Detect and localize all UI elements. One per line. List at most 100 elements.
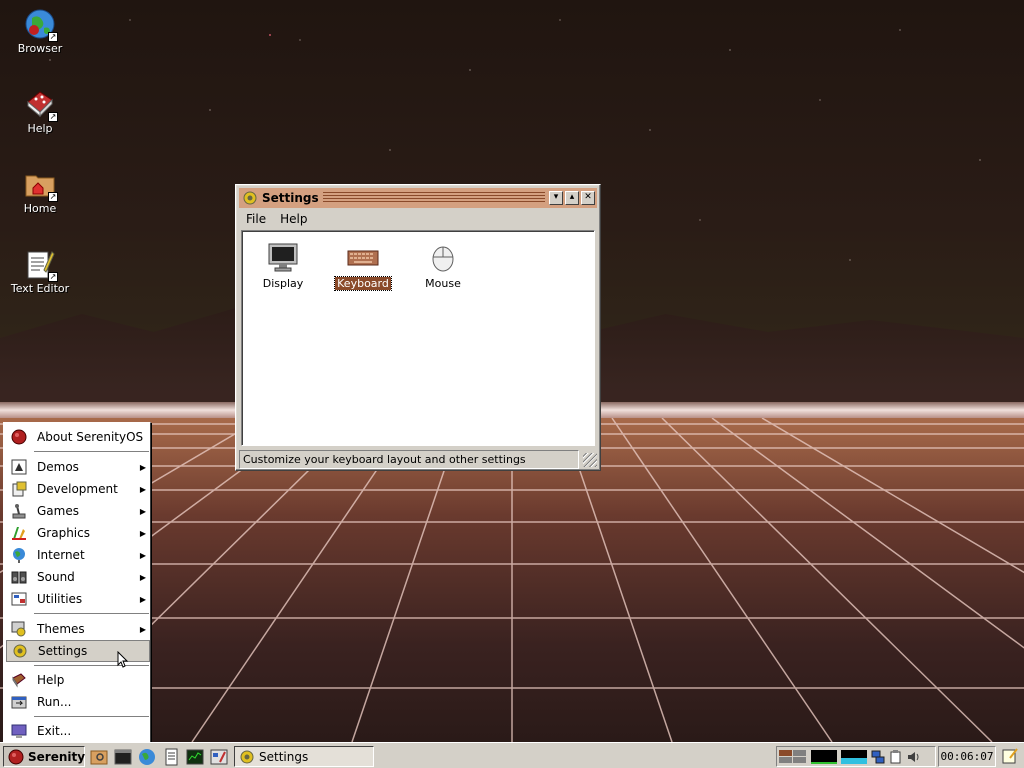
internet-globe-icon	[11, 547, 27, 563]
start-button[interactable]: Serenity	[3, 746, 85, 767]
submenu-arrow-icon: ▶	[139, 462, 146, 472]
help-book-icon	[11, 672, 27, 688]
system-monitor-quicklaunch-icon[interactable]	[186, 748, 204, 766]
settings-window: Settings ▾ ▴ ✕ File Help Display Keyboar…	[235, 184, 601, 471]
start-menu-item-label: Themes	[37, 622, 85, 636]
start-menu-item-graphics[interactable]: Graphics ▶	[6, 522, 150, 544]
taskbar-button-settings[interactable]: Settings	[234, 746, 374, 767]
desktop-icon-label: Home	[23, 202, 57, 215]
start-menu-item-sound[interactable]: Sound ▶	[6, 566, 150, 588]
start-menu-item-label: Graphics	[37, 526, 90, 540]
start-menu-item-run[interactable]: Run...	[6, 691, 150, 713]
development-icon	[11, 481, 27, 497]
start-button-label: Serenity	[28, 749, 86, 764]
start-menu-item-utilities[interactable]: Utilities ▶	[6, 588, 150, 610]
home-folder-icon: ↗	[24, 168, 58, 202]
cpu-graph-icon[interactable]	[811, 749, 837, 764]
submenu-arrow-icon: ▶	[139, 506, 146, 516]
menu-file[interactable]: File	[239, 212, 273, 226]
text-editor-icon: ↗	[24, 248, 58, 282]
start-menu-item-label: Settings	[38, 644, 88, 658]
browser-quicklaunch-icon[interactable]	[138, 748, 156, 766]
exit-icon	[11, 723, 27, 739]
desktop-icon-text-editor[interactable]: ↗ Text Editor	[0, 248, 80, 295]
submenu-arrow-icon: ▶	[139, 594, 146, 604]
start-menu-item-internet[interactable]: Internet ▶	[6, 544, 150, 566]
minimize-button[interactable]: ▾	[549, 191, 563, 205]
desktop-icon-label: Text Editor	[10, 282, 70, 295]
applet-list: Display Keyboard Mouse	[241, 230, 595, 446]
serenity-logo-icon	[11, 429, 27, 445]
submenu-arrow-icon: ▶	[139, 624, 146, 634]
start-menu-item-label: Sound	[37, 570, 75, 584]
start-menu-item-about[interactable]: About SerenityOS	[6, 426, 150, 448]
volume-icon[interactable]	[907, 750, 921, 764]
submenu-arrow-icon: ▶	[139, 484, 146, 494]
start-menu: About SerenityOS Demos ▶ Development ▶ G…	[3, 422, 151, 743]
start-menu-item-label: Games	[37, 504, 79, 518]
shortcut-arrow-icon: ↗	[48, 112, 58, 122]
start-menu-separator	[34, 613, 149, 615]
start-menu-item-label: Internet	[37, 548, 85, 562]
applet-keyboard[interactable]: Keyboard	[327, 241, 399, 291]
keyboard-icon	[347, 241, 379, 273]
joystick-icon	[11, 503, 27, 519]
shortcut-arrow-icon: ↗	[48, 32, 58, 42]
applet-mouse[interactable]: Mouse	[407, 241, 479, 290]
demos-icon	[11, 459, 27, 475]
text-editor-quicklaunch-icon[interactable]	[162, 748, 180, 766]
system-tray	[776, 746, 936, 767]
gear-icon	[239, 749, 255, 765]
clipboard-icon[interactable]	[889, 749, 903, 764]
taskbar: Serenity Settings 00:06:07	[0, 742, 1024, 768]
serenity-logo-icon	[8, 749, 24, 765]
start-menu-item-exit[interactable]: Exit...	[6, 720, 150, 742]
applet-label: Display	[262, 277, 304, 290]
start-menu-item-label: Help	[37, 673, 65, 687]
graphics-icon	[11, 525, 27, 541]
desktop-icon-label: Help	[27, 122, 53, 135]
desktop-icon-help[interactable]: ↗ Help	[0, 88, 80, 135]
menu-help[interactable]: Help	[273, 212, 314, 226]
menu-bar: File Help	[239, 209, 314, 229]
help-book-icon: ↗	[24, 88, 58, 122]
terminal-quicklaunch-icon[interactable]	[114, 748, 132, 766]
start-menu-item-label: Exit...	[37, 724, 72, 738]
desktop-icon-home[interactable]: ↗ Home	[0, 168, 80, 215]
start-menu-separator	[34, 451, 149, 453]
start-menu-item-themes[interactable]: Themes ▶	[6, 618, 150, 640]
shortcut-arrow-icon: ↗	[48, 272, 58, 282]
start-menu-item-label: Run...	[37, 695, 72, 709]
start-menu-item-demos[interactable]: Demos ▶	[6, 456, 150, 478]
taskbar-button-label: Settings	[259, 749, 309, 764]
quick-launch-bar	[90, 748, 234, 766]
start-menu-item-label: Utilities	[37, 592, 83, 606]
file-manager-quicklaunch-icon[interactable]	[90, 748, 108, 766]
mouse-icon	[427, 241, 459, 273]
desktop-icon-browser[interactable]: ↗ Browser	[0, 8, 80, 55]
title-bar-stripes	[322, 192, 545, 204]
monitor-icon	[267, 241, 299, 273]
start-menu-item-development[interactable]: Development ▶	[6, 478, 150, 500]
applet-label: Keyboard	[334, 276, 392, 291]
network-icon[interactable]	[871, 750, 885, 764]
notification-icon[interactable]	[1002, 748, 1018, 764]
close-button[interactable]: ✕	[581, 191, 595, 205]
start-menu-item-games[interactable]: Games ▶	[6, 500, 150, 522]
applet-display[interactable]: Display	[247, 241, 319, 290]
resize-grip[interactable]	[583, 453, 597, 467]
memory-graph-icon[interactable]	[841, 749, 867, 764]
maximize-button[interactable]: ▴	[565, 191, 579, 205]
status-bar: Customize your keyboard layout and other…	[239, 450, 579, 469]
submenu-arrow-icon: ▶	[139, 572, 146, 582]
gear-icon	[12, 643, 28, 659]
start-menu-separator	[34, 665, 149, 667]
paint-quicklaunch-icon[interactable]	[210, 748, 228, 766]
clock[interactable]: 00:06:07	[938, 746, 996, 767]
themes-icon	[11, 621, 27, 637]
submenu-arrow-icon: ▶	[139, 528, 146, 538]
workspace-switcher-icon[interactable]	[779, 749, 807, 764]
start-menu-item-help[interactable]: Help	[6, 669, 150, 691]
submenu-arrow-icon: ▶	[139, 550, 146, 560]
title-bar[interactable]: Settings ▾ ▴ ✕	[239, 188, 597, 208]
